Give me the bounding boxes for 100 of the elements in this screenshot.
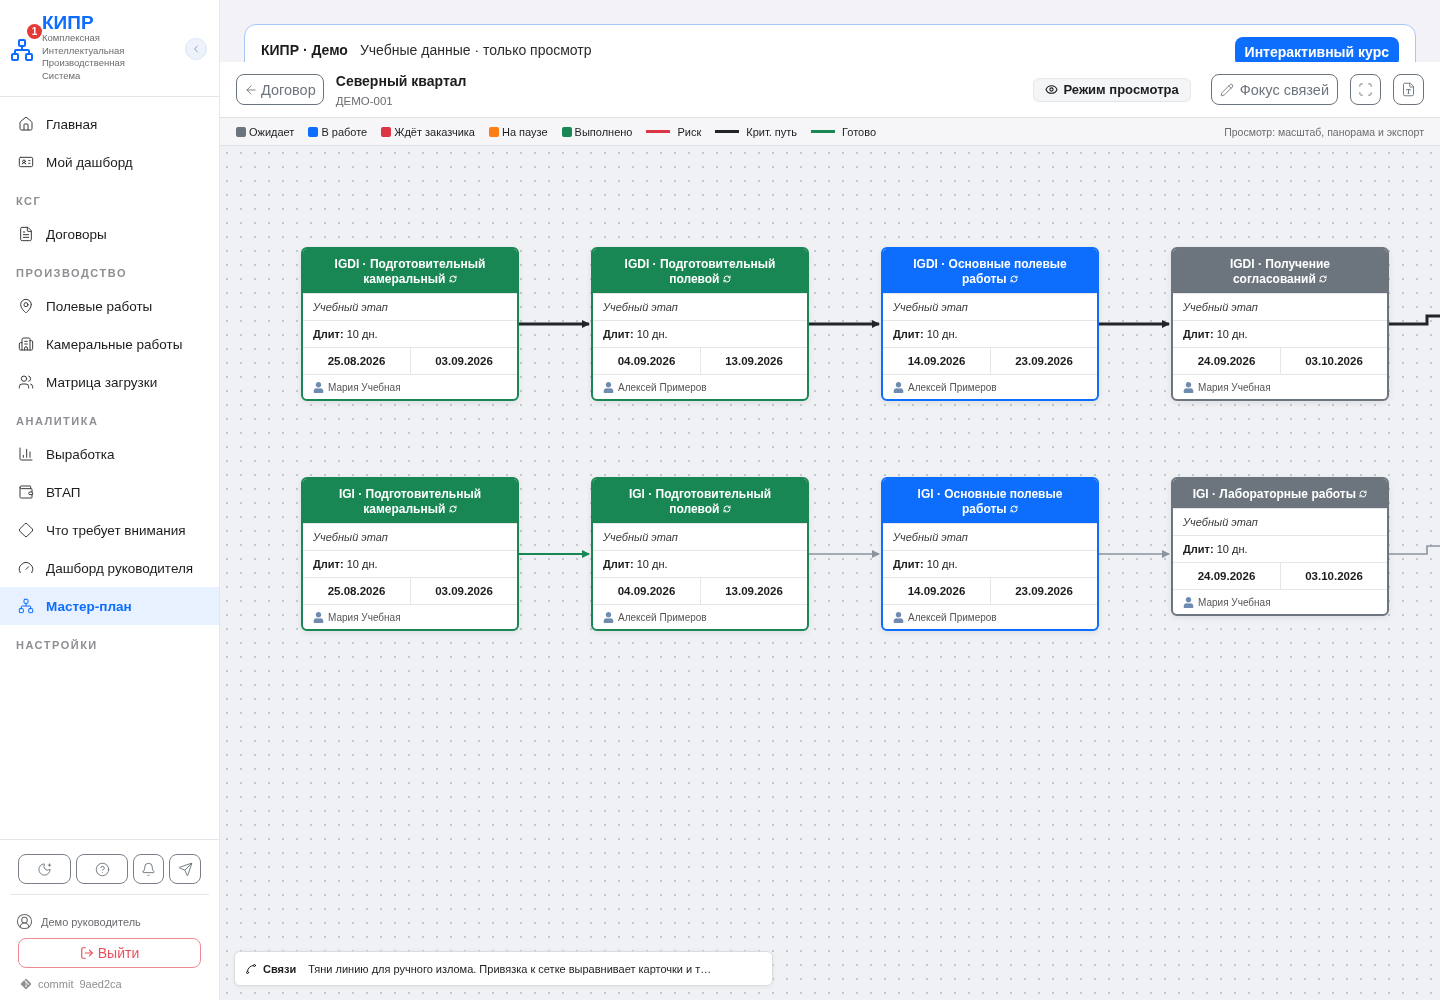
card-title: IGI · Подготовительный камеральный xyxy=(303,479,517,523)
card-subtitle: Учебный этап xyxy=(313,531,388,543)
nav-item[interactable]: Что требует внимания xyxy=(0,511,219,549)
help-button[interactable] xyxy=(76,854,128,884)
end-date: 03.09.2026 xyxy=(410,348,517,374)
focus-links-button[interactable]: Фокус связей xyxy=(1210,74,1338,105)
card-owner: Мария Учебная xyxy=(328,381,401,393)
card-owner: Мария Учебная xyxy=(1198,596,1271,608)
stage-card[interactable]: IGI · Подготовительный камеральный Учебный этап Длит: 10 дн. 25.08.2026 03.09.2026 Мария Учебная xyxy=(301,477,519,631)
card-subtitle: Учебный этап xyxy=(1183,516,1258,528)
link-arrow[interactable] xyxy=(809,320,880,328)
card-title: IGDI · Подготовительный камеральный xyxy=(303,249,517,293)
stage-card[interactable]: IGDI · Основные полевые работы Учебный этап Длит: 10 дн. 14.09.2026 23.09.2026 Алексей Примеров xyxy=(881,247,1099,401)
card-duration: Длит: 10 дн. xyxy=(603,328,668,340)
refresh-icon xyxy=(448,275,457,283)
start-date: 24.09.2026 xyxy=(1196,354,1257,369)
user-icon xyxy=(16,913,33,930)
nav-item[interactable]: Камеральные работы xyxy=(0,325,219,363)
notifications-button[interactable] xyxy=(132,854,165,884)
legend-label: На паузе xyxy=(501,125,548,138)
card-duration: Длит: 10 дн. xyxy=(313,328,378,340)
export-pdf-button[interactable] xyxy=(1393,74,1424,105)
card-subtitle: Учебный этап xyxy=(603,301,678,313)
card-owner: Алексей Примеров xyxy=(618,381,707,393)
nav-item[interactable]: Выработка xyxy=(0,435,219,473)
person-icon xyxy=(313,611,324,623)
link-arrow[interactable] xyxy=(519,320,590,328)
end-date: 23.09.2026 xyxy=(990,578,1097,604)
fullscreen-icon xyxy=(1358,82,1373,97)
back-button[interactable]: Договор xyxy=(236,74,324,105)
notification-badge: 1 xyxy=(27,24,42,39)
banner-title: КИПР · Демо xyxy=(261,42,348,58)
pencil-icon xyxy=(1219,82,1234,97)
stage-card[interactable]: IGI · Основные полевые работы Учебный этап Длит: 10 дн. 14.09.2026 23.09.2026 Алексей Примеров xyxy=(881,477,1099,631)
refresh-icon xyxy=(722,275,731,283)
card-owner: Алексей Примеров xyxy=(908,381,997,393)
bar-chart-icon xyxy=(18,446,34,462)
card-owner: Алексей Примеров xyxy=(618,611,707,623)
legend-label: Готово xyxy=(842,125,877,138)
help-icon xyxy=(94,861,110,877)
nav-item[interactable]: Мой дашборд xyxy=(0,143,219,181)
start-date: 25.08.2026 xyxy=(326,354,387,369)
view-mode-badge: Режим просмотра xyxy=(1033,77,1191,102)
commit-label: commit xyxy=(38,978,74,990)
house-icon xyxy=(18,116,34,132)
banner-text: Учебные данные · только просмотр xyxy=(359,42,593,58)
legend-label: Ждёт заказчика xyxy=(394,125,475,138)
card-owner: Мария Учебная xyxy=(328,611,401,623)
card-subtitle: Учебный этап xyxy=(893,531,968,543)
end-date: 03.10.2026 xyxy=(1280,348,1387,374)
refresh-icon xyxy=(1009,275,1018,283)
card-subtitle: Учебный этап xyxy=(603,531,678,543)
card-subtitle: Учебный этап xyxy=(1183,301,1258,313)
legend-hint: Просмотр: масштаб, панорама и экспорт xyxy=(1224,125,1424,138)
nav-item[interactable]: ВТАП xyxy=(0,473,219,511)
card-title: IGDI · Получение согласований xyxy=(1173,249,1387,293)
start-date: 25.08.2026 xyxy=(326,584,387,599)
person-icon xyxy=(1183,596,1194,608)
send-button[interactable] xyxy=(169,854,201,884)
person-icon xyxy=(1183,381,1194,393)
nav-item[interactable]: Матрица загрузки xyxy=(0,363,219,401)
stage-card[interactable]: IGDI · Подготовительный полевой Учебный этап Длит: 10 дн. 04.09.2026 13.09.2026 Алексей Примеров xyxy=(591,247,809,401)
card-subtitle: Учебный этап xyxy=(893,301,968,313)
course-button[interactable]: Интерактивный курс xyxy=(1234,37,1399,62)
moon-icon xyxy=(37,861,53,877)
nav-item[interactable]: Главная xyxy=(0,105,219,143)
diamond-icon xyxy=(18,522,34,538)
nav-item[interactable]: Дашборд руководителя xyxy=(0,549,219,587)
start-date: 24.09.2026 xyxy=(1196,569,1257,584)
legend-label: В работе xyxy=(321,125,368,138)
stage-card[interactable]: IGI · Подготовительный полевой Учебный этап Длит: 10 дн. 04.09.2026 13.09.2026 Алексей Примеров xyxy=(591,477,809,631)
contract-code: ДЕМО-001 xyxy=(335,94,394,107)
nav-item[interactable]: Мастер-план xyxy=(0,587,219,625)
link-line[interactable] xyxy=(1389,314,1440,326)
stage-card[interactable]: IGDI · Получение согласований Учебный этап Длит: 10 дн. 24.09.2026 03.10.2026 Мария Учебная xyxy=(1171,247,1389,401)
nav-item[interactable]: Договоры xyxy=(0,215,219,253)
document-icon xyxy=(18,226,34,242)
card-duration: Длит: 10 дн. xyxy=(313,558,378,570)
toast-title: Связи xyxy=(263,962,297,975)
card-duration: Длит: 10 дн. xyxy=(1183,328,1248,340)
link-arrow[interactable] xyxy=(1099,320,1170,328)
card-title: IGDI · Основные полевые работы xyxy=(883,249,1097,293)
end-date: 13.09.2026 xyxy=(700,348,807,374)
legend-label: Риск xyxy=(677,125,702,138)
start-date: 04.09.2026 xyxy=(616,354,677,369)
logout-button[interactable]: Выйти xyxy=(18,938,201,968)
nav-item[interactable]: Полевые работы xyxy=(0,287,219,325)
fullscreen-button[interactable] xyxy=(1350,74,1381,105)
commit-hash: 9aed2ca xyxy=(79,978,122,990)
refresh-icon xyxy=(1359,490,1368,498)
stage-card[interactable]: IGDI · Подготовительный камеральный Учебный этап Длит: 10 дн. 25.08.2026 03.09.2026 Мария Учебная xyxy=(301,247,519,401)
end-date: 23.09.2026 xyxy=(990,348,1097,374)
stage-card[interactable]: IGI · Лабораторные работы Учебный этап Длит: 10 дн. 24.09.2026 03.10.2026 Мария Учебная xyxy=(1171,477,1389,616)
card-title: IGI · Подготовительный полевой xyxy=(593,479,807,523)
app-title: КИПР xyxy=(42,14,95,32)
section-label: НАСТРОЙКИ xyxy=(15,638,99,653)
end-date: 13.09.2026 xyxy=(700,578,807,604)
theme-button[interactable] xyxy=(18,854,72,884)
spline-icon xyxy=(245,962,257,975)
refresh-icon xyxy=(722,505,731,513)
